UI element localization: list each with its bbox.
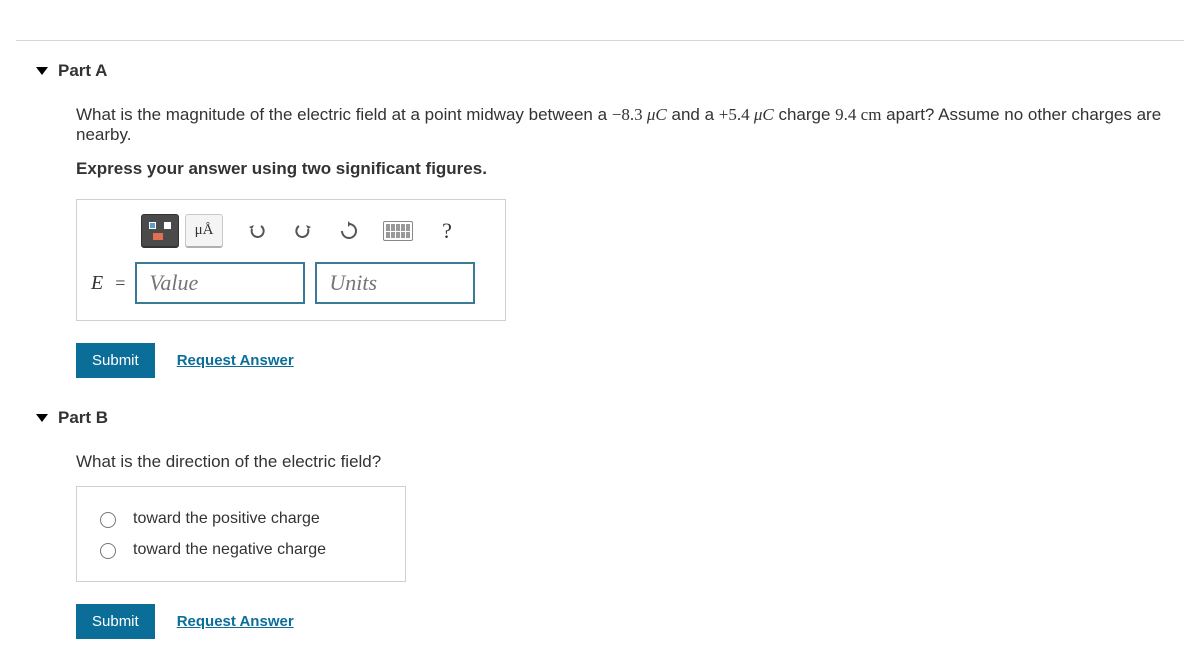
option-positive-radio[interactable] [100,512,116,528]
radio-options-box: toward the positive charge toward the ne… [76,486,406,582]
part-b-header[interactable]: Part B [36,408,1184,428]
option-positive[interactable]: toward the positive charge [95,503,387,534]
part-a-header[interactable]: Part A [36,61,1184,81]
option-negative-label: toward the negative charge [133,541,326,559]
reset-icon [339,221,359,241]
request-answer-link[interactable]: Request Answer [177,613,294,630]
part-a-question: What is the magnitude of the electric fi… [76,105,1184,145]
part-a-title: Part A [58,61,107,81]
request-answer-link[interactable]: Request Answer [177,352,294,369]
submit-button[interactable]: Submit [76,604,155,639]
option-positive-label: toward the positive charge [133,510,320,528]
part-b-title: Part B [58,408,108,428]
part-a-section: Part A What is the magnitude of the elec… [16,41,1184,388]
special-chars-button[interactable]: μÅ [185,214,223,248]
units-input[interactable] [315,262,475,304]
undo-button[interactable] [245,219,269,243]
help-button[interactable]: ? [435,219,459,243]
caret-down-icon [36,67,48,75]
option-negative[interactable]: toward the negative charge [95,534,387,565]
templates-icon [149,222,171,240]
caret-down-icon [36,414,48,422]
undo-icon [247,221,267,241]
submit-button[interactable]: Submit [76,343,155,378]
equals-sign: = [115,273,125,294]
redo-button[interactable] [291,219,315,243]
redo-icon [293,221,313,241]
answer-box: μÅ [76,199,506,321]
special-chars-label: μÅ [195,222,214,239]
answer-toolbar: μÅ [141,214,491,248]
part-b-question: What is the direction of the electric fi… [76,452,1184,472]
part-a-instruction: Express your answer using two significan… [76,159,1184,179]
value-input[interactable] [135,262,305,304]
variable-label: E [91,272,103,295]
templates-button[interactable] [141,214,179,248]
option-negative-radio[interactable] [100,543,116,559]
keyboard-button[interactable] [383,219,413,243]
keyboard-icon [383,221,413,241]
part-b-section: Part B What is the direction of the elec… [16,388,1184,649]
reset-button[interactable] [337,219,361,243]
